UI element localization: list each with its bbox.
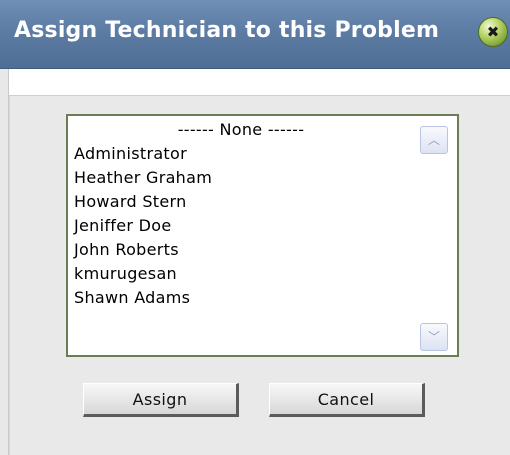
dialog-title: Assign Technician to this Problem bbox=[14, 18, 440, 43]
technician-options: ------ None ------ Administrator Heather… bbox=[68, 116, 414, 355]
dialog-body-panel: ------ None ------ Administrator Heather… bbox=[9, 95, 510, 455]
close-button[interactable]: ✖ bbox=[478, 17, 508, 47]
dialog-titlebar[interactable]: Assign Technician to this Problem ✖ bbox=[0, 0, 510, 69]
technician-listbox[interactable]: ------ None ------ Administrator Heather… bbox=[66, 114, 459, 357]
cancel-button[interactable]: Cancel bbox=[269, 383, 425, 417]
technician-option-heather-graham[interactable]: Heather Graham bbox=[68, 166, 414, 190]
technician-option-none[interactable]: ------ None ------ bbox=[68, 118, 414, 142]
listbox-scrollbar[interactable]: ︿ ﹀ bbox=[415, 116, 457, 355]
assign-button[interactable]: Assign bbox=[83, 383, 239, 417]
scroll-down-button[interactable]: ﹀ bbox=[420, 323, 448, 351]
close-icon: ✖ bbox=[486, 22, 500, 41]
dialog-content: ------ None ------ Administrator Heather… bbox=[9, 69, 510, 455]
chevron-down-icon: ﹀ bbox=[427, 330, 440, 344]
assign-technician-dialog: Assign Technician to this Problem ✖ ----… bbox=[0, 0, 510, 455]
technician-option-john-roberts[interactable]: John Roberts bbox=[68, 238, 414, 262]
scrollbar-track[interactable] bbox=[420, 154, 448, 323]
technician-option-howard-stern[interactable]: Howard Stern bbox=[68, 190, 414, 214]
technician-option-kmurugesan[interactable]: kmurugesan bbox=[68, 262, 414, 286]
technician-option-administrator[interactable]: Administrator bbox=[68, 142, 414, 166]
chevron-up-icon: ︿ bbox=[427, 133, 440, 147]
scroll-up-button[interactable]: ︿ bbox=[420, 126, 448, 154]
technician-option-jeniffer-doe[interactable]: Jeniffer Doe bbox=[68, 214, 414, 238]
technician-option-shawn-adams[interactable]: Shawn Adams bbox=[68, 286, 414, 310]
dialog-left-edge bbox=[0, 69, 9, 455]
